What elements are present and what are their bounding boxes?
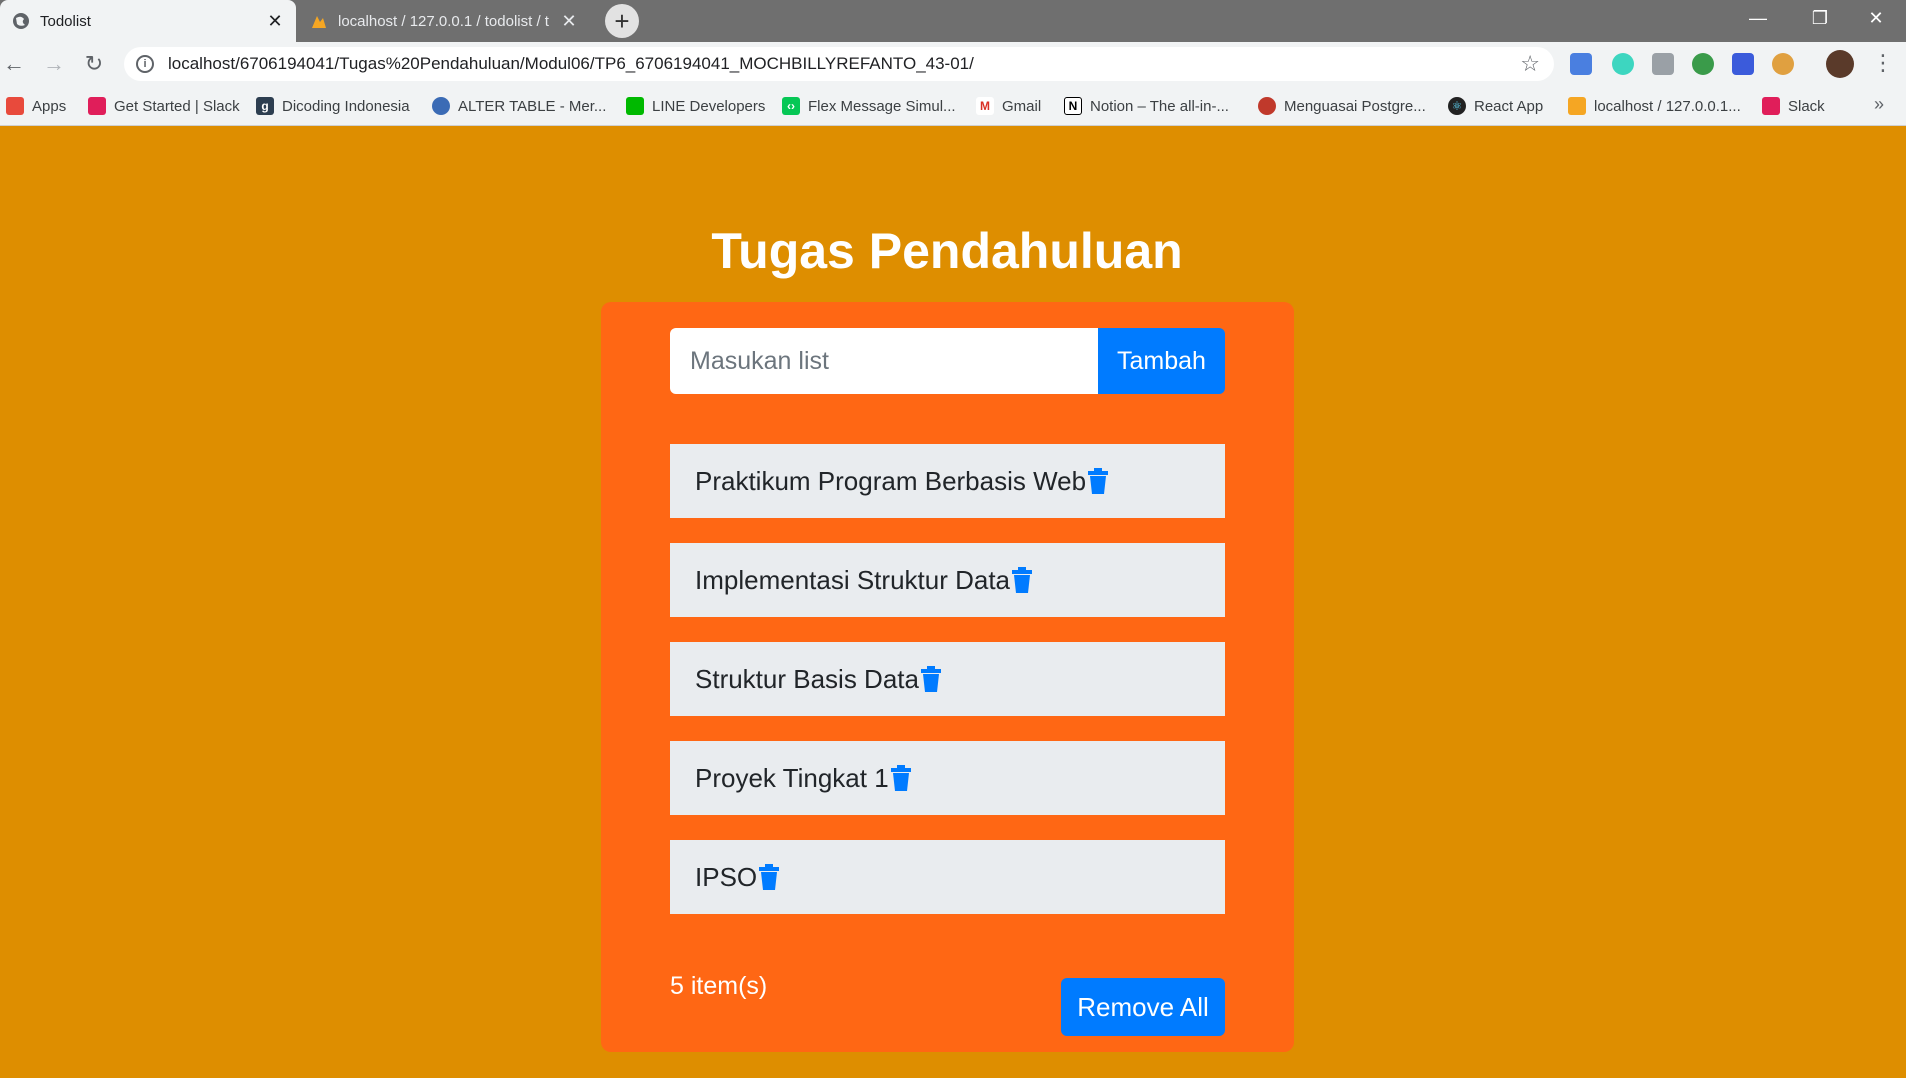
- bookmark-notion[interactable]: N Notion – The all-in-...: [1064, 86, 1229, 126]
- todo-item: Struktur Basis Data: [670, 642, 1225, 716]
- bookmark-localhost[interactable]: localhost / 127.0.0.1...: [1568, 86, 1741, 126]
- tab-phpmyadmin[interactable]: localhost / 127.0.0.1 / todolist / t ✕: [298, 0, 590, 42]
- line-icon: [626, 97, 644, 115]
- site-info-icon[interactable]: i: [136, 55, 154, 73]
- todo-item: Proyek Tingkat 1: [670, 741, 1225, 815]
- todo-item-text: Struktur Basis Data: [695, 663, 919, 694]
- todo-input[interactable]: [670, 328, 1098, 394]
- bookmark-label: Get Started | Slack: [114, 97, 240, 115]
- todo-item-text: Implementasi Struktur Data: [695, 564, 1011, 595]
- url-text: localhost/6706194041/Tugas%20Pendahuluan…: [168, 54, 974, 73]
- gmail-icon: M: [976, 97, 994, 115]
- tab-title: Todolist: [40, 12, 91, 30]
- notion-icon: N: [1064, 97, 1082, 115]
- bookmark-slack[interactable]: Get Started | Slack: [88, 86, 240, 126]
- todo-item-text: IPSO: [695, 861, 758, 892]
- bookmark-dicoding[interactable]: g Dicoding Indonesia: [256, 86, 410, 126]
- bookmark-label: React App: [1474, 97, 1544, 115]
- todo-card: Tambah Praktikum Program Berbasis Web Im…: [601, 302, 1294, 1052]
- browser-toolbar: ← → ↻ i localhost/6706194041/Tugas%20Pen…: [0, 42, 1906, 86]
- reload-icon[interactable]: ↻: [80, 50, 108, 78]
- bookmark-gmail[interactable]: M Gmail: [976, 86, 1041, 126]
- todo-item: Implementasi Struktur Data: [670, 543, 1225, 617]
- bookmark-label: Menguasai Postgre...: [1284, 97, 1426, 115]
- bookmark-label: Flex Message Simul...: [808, 97, 956, 115]
- trash-icon[interactable]: [920, 666, 942, 692]
- todo-input-group: Tambah: [670, 328, 1225, 394]
- bookmark-react-app[interactable]: ⚛ React App: [1448, 86, 1543, 126]
- todo-item: Praktikum Program Berbasis Web: [670, 444, 1225, 518]
- tab-title: localhost / 127.0.0.1 / todolist / t: [338, 12, 549, 30]
- remove-all-button[interactable]: Remove All: [1061, 978, 1225, 1036]
- bookmarks-bar: Apps Get Started | Slack g Dicoding Indo…: [0, 86, 1906, 126]
- code-icon: ‹›: [782, 97, 800, 115]
- close-window-icon[interactable]: ✕: [1848, 0, 1904, 36]
- leaf-icon: [1258, 97, 1276, 115]
- bookmark-label: Dicoding Indonesia: [282, 97, 410, 115]
- apps-grid-icon: [6, 97, 24, 115]
- bookmark-star-icon[interactable]: ☆: [1520, 51, 1540, 77]
- bookmarks-more-icon[interactable]: »: [1874, 94, 1884, 115]
- bookmark-postgres[interactable]: Menguasai Postgre...: [1258, 86, 1426, 126]
- bookmark-alter-table[interactable]: ALTER TABLE - Mer...: [432, 86, 606, 126]
- forward-icon[interactable]: →: [40, 50, 68, 78]
- speed-extension-icon[interactable]: [1612, 53, 1634, 75]
- bookmark-label: Gmail: [1002, 97, 1042, 115]
- trash-icon[interactable]: [1087, 468, 1109, 494]
- globe-icon: [13, 13, 29, 29]
- bookmark-slack-2[interactable]: Slack: [1762, 86, 1825, 126]
- cast-extension-icon[interactable]: [1652, 53, 1674, 75]
- item-count: 5 item(s): [670, 972, 768, 1000]
- todo-item-text: Praktikum Program Berbasis Web: [695, 465, 1087, 496]
- bookmark-apps[interactable]: Apps: [6, 86, 66, 126]
- slack-icon: [1762, 97, 1780, 115]
- todo-item: IPSO: [670, 840, 1225, 914]
- browser-tab-bar: Todolist ✕ localhost / 127.0.0.1 / todol…: [0, 0, 1906, 42]
- todo-item-text: Proyek Tingkat 1: [695, 762, 889, 793]
- globe-extension-icon[interactable]: [1692, 53, 1714, 75]
- add-button[interactable]: Tambah: [1098, 328, 1225, 394]
- bookmark-flex-message[interactable]: ‹› Flex Message Simul...: [782, 86, 956, 126]
- minimize-icon[interactable]: —: [1730, 0, 1786, 36]
- bookmark-line[interactable]: LINE Developers: [626, 86, 765, 126]
- tab-todolist[interactable]: Todolist ✕: [0, 0, 296, 42]
- bookmark-label: Apps: [32, 97, 67, 115]
- todo-list: Praktikum Program Berbasis Web Implement…: [670, 444, 1225, 939]
- close-tab-icon[interactable]: ✕: [264, 10, 286, 32]
- address-bar[interactable]: i localhost/6706194041/Tugas%20Pendahulu…: [124, 47, 1554, 81]
- bookmark-label: ALTER TABLE - Mer...: [458, 97, 607, 115]
- bookmark-label: Notion – The all-in-...: [1090, 97, 1229, 115]
- back-icon[interactable]: ←: [0, 50, 28, 78]
- new-tab-button[interactable]: +: [605, 4, 639, 38]
- translate-extension-icon[interactable]: [1570, 53, 1592, 75]
- page-title: Tugas Pendahuluan: [711, 223, 1183, 279]
- trash-icon[interactable]: [1011, 567, 1033, 593]
- bookmark-label: LINE Developers: [652, 97, 766, 115]
- dicoding-icon: g: [256, 97, 274, 115]
- bookmark-label: Slack: [1788, 97, 1825, 115]
- cookie-extension-icon[interactable]: [1772, 53, 1794, 75]
- bookmark-label: localhost / 127.0.0.1...: [1594, 97, 1741, 115]
- browser-menu-icon[interactable]: ⋮: [1872, 50, 1894, 76]
- react-icon: ⚛: [1448, 97, 1466, 115]
- phpmyadmin-icon: [1568, 97, 1586, 115]
- profile-avatar[interactable]: [1826, 50, 1854, 78]
- globe-icon: [432, 97, 450, 115]
- trash-icon[interactable]: [758, 864, 780, 890]
- close-tab-icon[interactable]: ✕: [558, 10, 580, 32]
- window-extension-icon[interactable]: [1732, 53, 1754, 75]
- restore-icon[interactable]: ❐: [1792, 0, 1848, 36]
- phpmyadmin-icon: [312, 16, 326, 28]
- trash-icon[interactable]: [890, 765, 912, 791]
- slack-icon: [88, 97, 106, 115]
